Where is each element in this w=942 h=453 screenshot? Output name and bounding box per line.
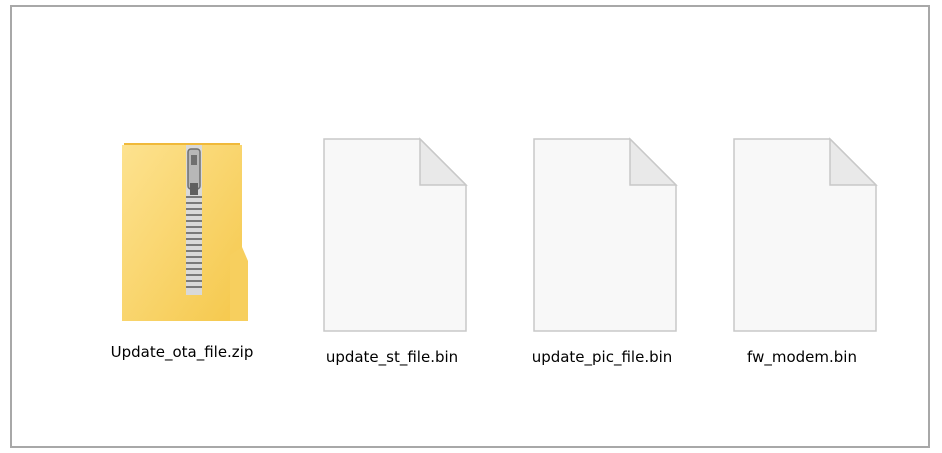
zip-folder-icon: [122, 143, 248, 321]
blank-file-icon: [533, 137, 678, 332]
blank-file-icon: [733, 137, 878, 332]
blank-file-icon: [323, 137, 468, 332]
file-item-bin[interactable]: update_pic_file.bin: [507, 137, 697, 377]
file-view-pane: Update_ota_file.zip update_st_file.bin u…: [10, 5, 930, 448]
file-name-label: update_pic_file.bin: [531, 348, 673, 366]
file-item-zip[interactable]: Update_ota_file.zip: [77, 137, 287, 377]
file-name-label: Update_ota_file.zip: [110, 343, 254, 361]
file-name-label: fw_modem.bin: [747, 348, 857, 366]
file-name-label: update_st_file.bin: [325, 348, 459, 366]
file-item-bin[interactable]: update_st_file.bin: [297, 137, 487, 377]
file-item-bin[interactable]: fw_modem.bin: [707, 137, 897, 377]
